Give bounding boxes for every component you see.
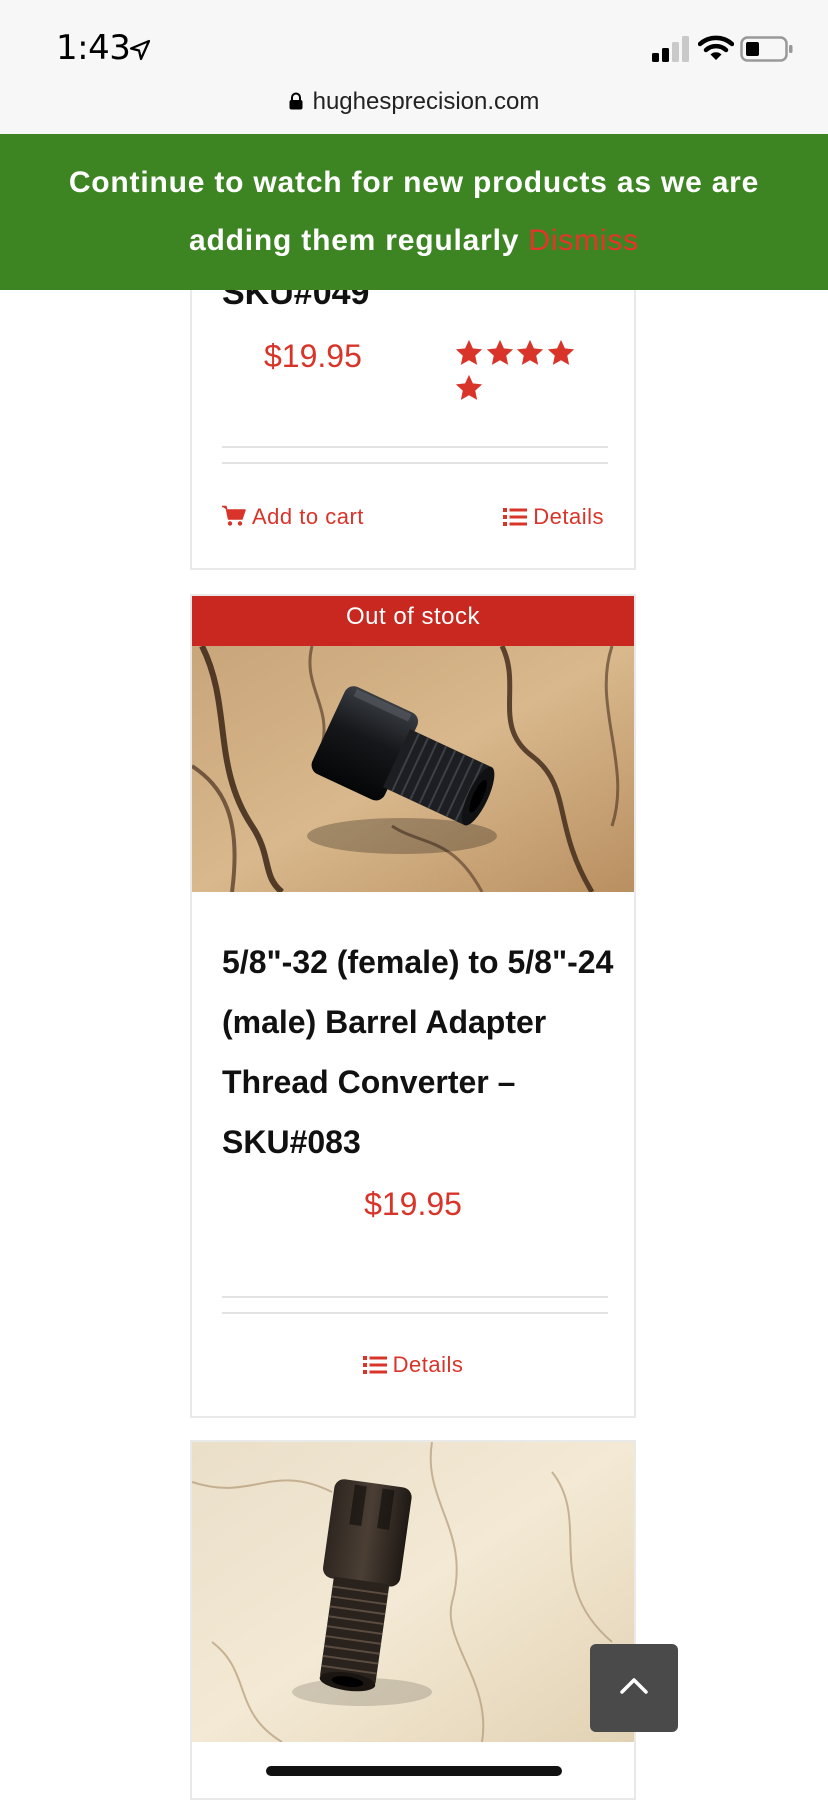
star-icon: [516, 339, 544, 365]
divider: [222, 446, 608, 464]
star-icon: [486, 339, 513, 365]
star-icon: [455, 339, 483, 365]
product-price: $19.95: [364, 1186, 462, 1222]
chevron-up-icon: [620, 1678, 648, 1694]
status-time: 1:43: [56, 28, 131, 68]
location-arrow-icon: [129, 39, 151, 61]
address-bar[interactable]: hughesprecision.com: [0, 88, 828, 116]
battery-icon: [740, 36, 793, 62]
out-of-stock-badge: Out of stock: [192, 596, 634, 646]
banner-message: Continue to watch for new products as we…: [68, 166, 760, 257]
product-title[interactable]: 5/8"-32 (female) to 5/8"-24 (male) Barre…: [222, 932, 622, 1172]
details-label: Details: [392, 1352, 464, 1377]
product-card: [190, 1440, 636, 1800]
product-image[interactable]: [192, 646, 634, 892]
add-to-cart-label: Add to cart: [252, 504, 364, 529]
lock-icon: [289, 89, 303, 110]
url-text: hughesprecision.com: [312, 88, 540, 115]
wifi-icon: [698, 35, 734, 60]
cart-icon: [222, 505, 246, 526]
divider: [222, 1296, 608, 1314]
back-to-top-button[interactable]: [590, 1644, 678, 1732]
product-price: $19.95: [264, 338, 362, 374]
dismiss-link[interactable]: Dismiss: [528, 224, 639, 257]
star-icon: [455, 374, 483, 400]
home-indicator[interactable]: [266, 1766, 562, 1776]
list-icon: [503, 508, 528, 526]
star-rating: [454, 338, 606, 400]
product-card: Out of stock 5/8"-32 (female) to 5/8"-24…: [190, 594, 636, 1418]
star-icon: [547, 339, 574, 365]
details-label: Details: [533, 504, 604, 529]
list-icon: [362, 1356, 387, 1374]
status-bar: 1:43 hughesprecision.com: [0, 0, 828, 134]
details-button[interactable]: Details: [503, 504, 604, 530]
signal-icon: [652, 36, 689, 62]
add-to-cart-button[interactable]: Add to cart: [222, 504, 364, 530]
details-button[interactable]: Details: [192, 1352, 634, 1378]
notice-banner: Continue to watch for new products as we…: [0, 134, 828, 290]
product-image[interactable]: [192, 1442, 634, 1742]
